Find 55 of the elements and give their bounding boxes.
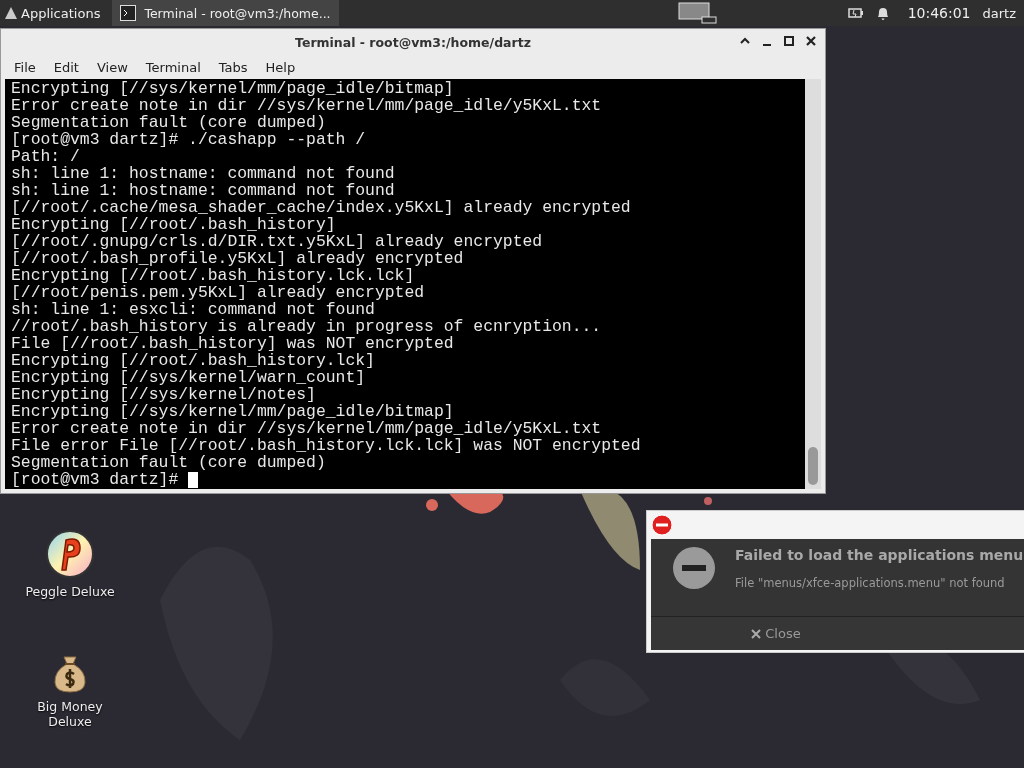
terminal-line: Encrypting [//sys/kernel/warn_count]	[11, 369, 366, 386]
terminal-line: [//root/penis.pem.y5KxL] already encrypted	[11, 284, 425, 301]
terminal-line: Segmentation fault (core dumped)	[11, 454, 326, 471]
terminal-line: Encrypting [//sys/kernel/mm/page_idle/bitmap]	[11, 80, 454, 97]
scrollbar-thumb[interactable]	[808, 447, 818, 485]
app-menu-icon	[4, 6, 18, 20]
terminal-line: sh: line 1: hostname: command not found	[11, 165, 395, 182]
menu-item[interactable]: View	[87, 59, 137, 75]
terminal-line: sh: line 1: hostname: command not found	[11, 182, 395, 199]
terminal-line: [//root/.cache/mesa_shader_cache/index.y5KxL] already encrypted	[11, 199, 631, 216]
window-title: Terminal - root@vm3:/home/dartz	[294, 34, 532, 50]
clock[interactable]: 10:46:01	[907, 5, 971, 21]
terminal-line: Segmentation fault (core dumped)	[11, 114, 326, 131]
terminal-line: Encrypting [//root/.bash_history]	[11, 216, 336, 233]
berry-drawing	[704, 497, 712, 505]
menu-item[interactable]: Tabs	[209, 59, 257, 75]
terminal-line: File error File [//root/.bash_history.lck.lck] was NOT encrypted	[11, 437, 641, 454]
scrollbar[interactable]	[805, 79, 821, 489]
terminal-line: Error create note in dir //sys/kernel/mm/page_idle/y5KxL.txt	[11, 97, 602, 114]
terminal-line: [//root/.bash_profile.y5KxL] already encrypted	[11, 250, 464, 267]
error-icon	[651, 514, 673, 536]
money-bag-icon	[52, 655, 88, 693]
user-name[interactable]: dartz	[982, 5, 1016, 21]
terminal-line: Encrypting [//root/.bash_history.lck.lck]	[11, 267, 415, 284]
terminal-line: File [//root/.bash_history] was NOT encrypted	[11, 335, 454, 352]
notification-title: Failed to load the applications menu	[735, 547, 1024, 563]
menu-item[interactable]: Help	[256, 59, 305, 75]
terminal-line: [root@vm3 dartz]# ./cashapp --path /	[11, 131, 366, 148]
desktop-icon-label[interactable]: Peggle Deluxe	[25, 584, 115, 599]
taskbar-button[interactable]: Terminal - root@vm3:/home...	[112, 0, 339, 26]
minus-circle-icon	[673, 547, 715, 589]
maximize-button[interactable]	[781, 33, 797, 49]
terminal-line: Encrypting [//sys/kernel/notes]	[11, 386, 316, 403]
menu-item[interactable]: Edit	[44, 59, 88, 75]
menu-item[interactable]: File	[5, 59, 45, 75]
applications-menu-button[interactable]: Applications	[0, 0, 105, 26]
notification-message: File "menus/xfce-applications.menu" not found	[735, 576, 1006, 590]
terminal-line: [root@vm3 dartz]#	[11, 471, 180, 488]
terminal-line: sh: line 1: esxcli: command not found	[11, 301, 375, 318]
terminal-line: Path: /	[11, 148, 80, 165]
terminal-line: Encrypting [//root/.bash_history.lck]	[11, 352, 375, 369]
berry-drawing	[426, 499, 438, 511]
menu-item[interactable]: Terminal	[136, 59, 210, 75]
desktop-icon-label[interactable]: Big Money Deluxe	[25, 699, 115, 729]
bell-icon[interactable]	[875, 5, 890, 21]
terminal-line: [//root/.gnupg/crls.d/DIR.txt.y5KxL] already encrypted	[11, 233, 543, 250]
terminal-line: Encrypting [//sys/kernel/mm/page_idle/bitmap]	[11, 403, 454, 420]
terminal-line: //root/.bash_history is already in progress of ecnryption...	[11, 318, 602, 335]
battery-icon[interactable]	[847, 7, 864, 19]
p-logo-icon	[46, 530, 94, 578]
text-cursor	[188, 471, 199, 488]
close-icon	[751, 628, 762, 639]
terminal-line: Error create note in dir //sys/kernel/mm/page_idle/y5KxL.txt	[11, 420, 602, 437]
terminal-icon	[120, 5, 137, 21]
workspace-switcher[interactable]	[677, 2, 718, 24]
